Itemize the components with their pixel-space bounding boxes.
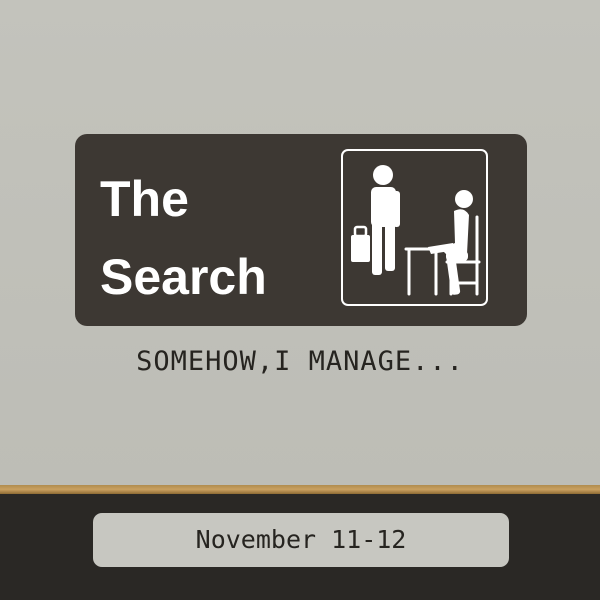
title-line-1: The [100,171,189,227]
tagline: SOMEHOW,I MANAGE... [136,346,464,377]
wooden-ledge [0,485,600,494]
event-date-badge: November 11-12 [93,513,509,567]
title-sign: The Search [75,134,527,326]
title-line-2: Search [100,249,267,305]
event-date: November 11-12 [195,525,407,554]
page-title: The Search [100,160,267,316]
interview-pictogram-frame [341,149,488,306]
interview-pictogram-icon [351,165,481,296]
